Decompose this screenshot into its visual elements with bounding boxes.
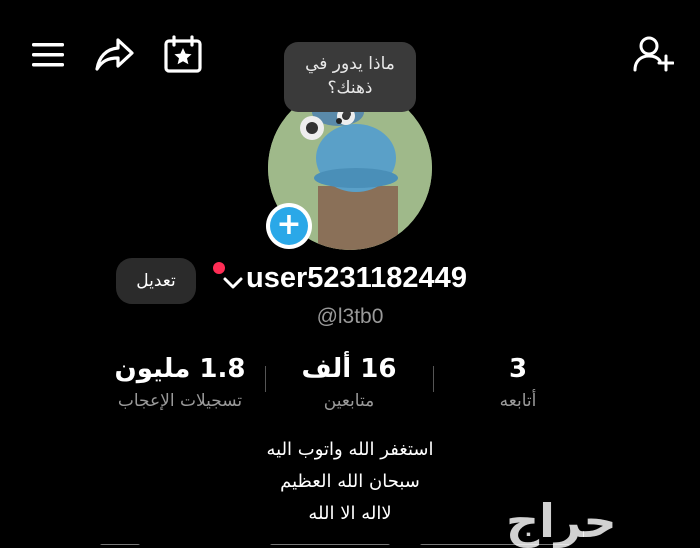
bio-line-1: استغفر الله واتوب اليه — [266, 439, 434, 460]
following-label: أتابعه — [499, 391, 537, 411]
add-avatar-button[interactable]: + — [266, 203, 312, 249]
chevron-down-icon[interactable] — [222, 275, 244, 291]
tooltip-line-1: ماذا يدور في — [305, 54, 395, 74]
avatar-tooltip[interactable]: ماذا يدور في ذهنك؟ — [284, 42, 416, 124]
plus-icon: + — [270, 207, 308, 245]
username[interactable]: user5231182449 — [246, 262, 467, 295]
following-count: 3 — [508, 354, 528, 384]
add-user-icon[interactable] — [632, 34, 674, 74]
tooltip-dots — [336, 112, 351, 124]
notification-dot — [213, 262, 225, 274]
stat-following[interactable]: 3 أتابعه — [418, 350, 618, 414]
edit-profile-button[interactable]: تعديل — [116, 258, 196, 304]
user-handle: @l3tb0 — [316, 305, 384, 328]
calendar-star-icon[interactable] — [163, 34, 203, 74]
share-icon[interactable] — [94, 36, 136, 74]
menu-icon[interactable] — [30, 40, 66, 70]
watermark-logo: حراج — [506, 494, 617, 548]
tooltip-line-2: ذهنك؟ — [327, 78, 373, 98]
